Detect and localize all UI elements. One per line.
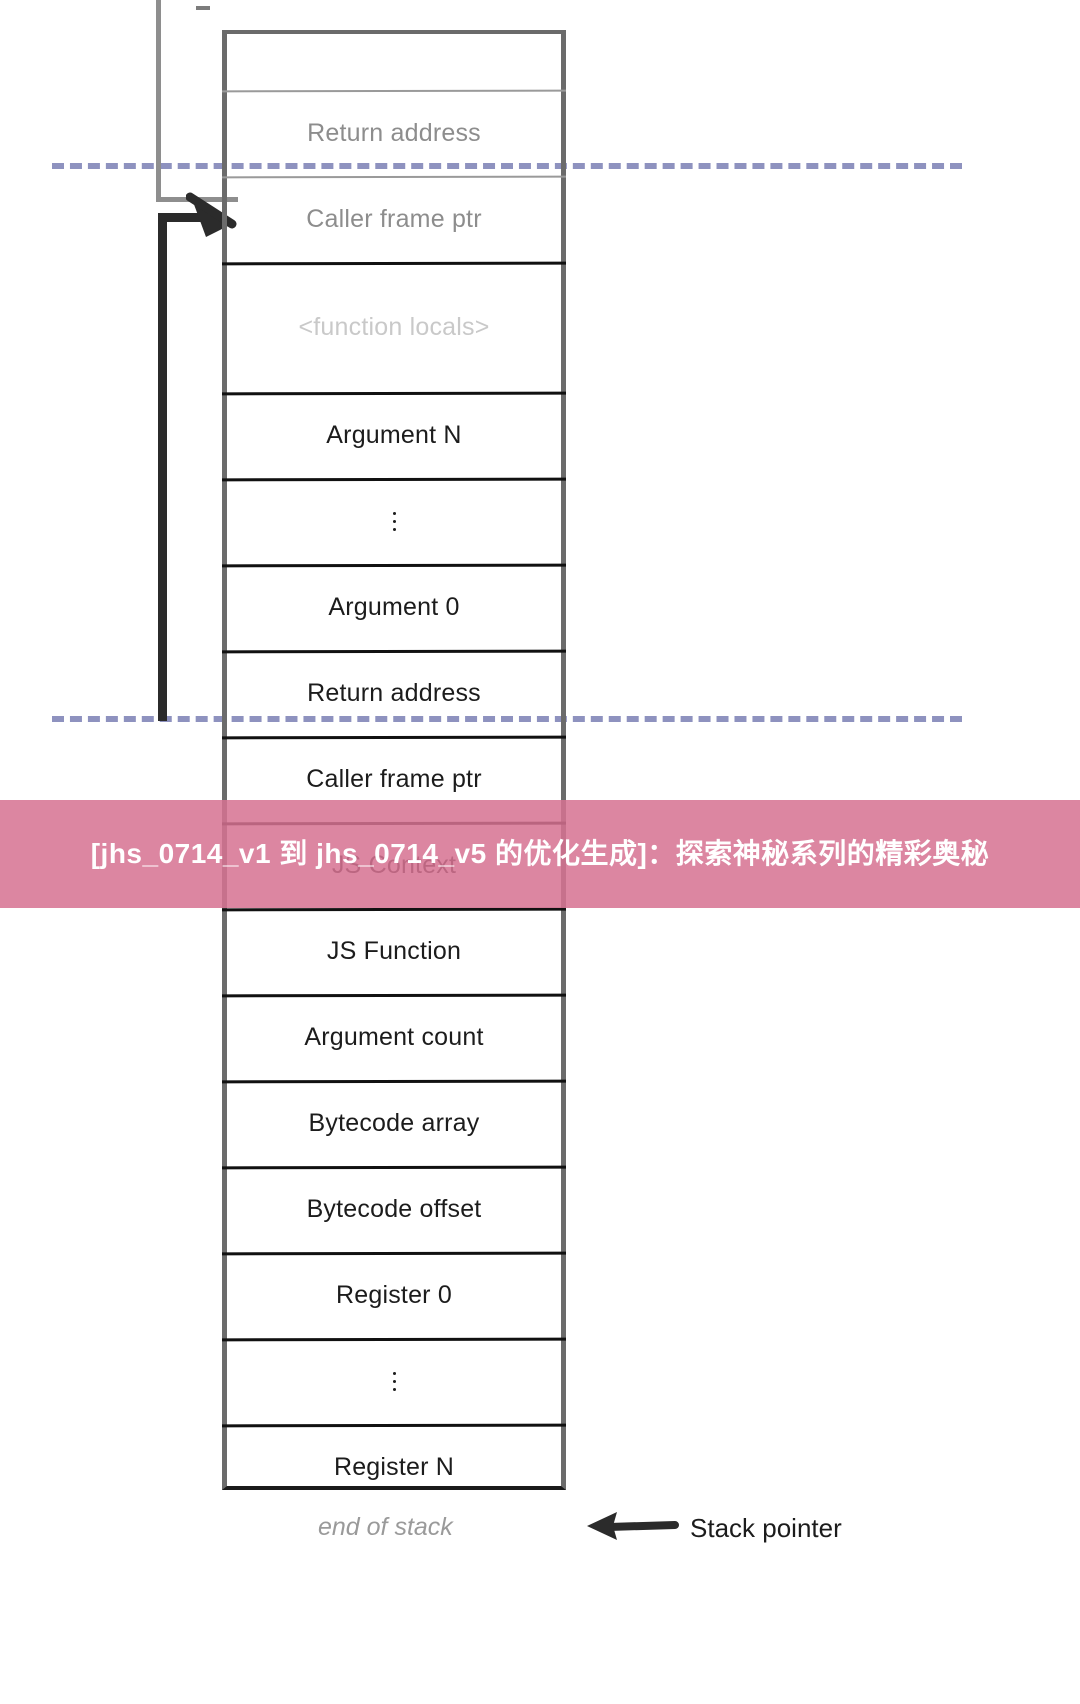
stack-slot-label: Register N: [333, 1452, 455, 1481]
stack-slot-label: Caller frame ptr: [306, 764, 482, 793]
stack-slot-divider: [221, 1423, 567, 1428]
stack-slot-label: Bytecode array: [308, 1108, 480, 1137]
stack-pointer-arrow-icon: [583, 1506, 679, 1551]
stack-slot-divider: [221, 1251, 567, 1256]
stack-slot: Register 0: [221, 1251, 567, 1338]
stack-slot: Bytecode array: [221, 1079, 567, 1166]
stack-slot: Caller frame ptr: [221, 175, 567, 262]
stack-slot-label: Caller frame ptr: [306, 204, 482, 233]
stack-slot: [227, 34, 561, 90]
stack-slot: Bytecode offset: [221, 1165, 567, 1252]
stack-slot-divider: [221, 261, 567, 266]
stack-pointer-label: Stack pointer: [690, 1513, 842, 1543]
vertical-ellipsis-icon: [392, 1371, 396, 1391]
stack-slot-divider: [221, 175, 567, 179]
stack-slot-divider: [221, 563, 567, 568]
stack-slot: Argument count: [221, 993, 567, 1080]
stack-slot-divider: [221, 477, 567, 482]
stack-slot-label: Argument N: [326, 420, 462, 449]
stack-slot-divider: [221, 391, 567, 396]
stack-slot-label: Register 0: [336, 1280, 452, 1309]
caller-frame-pointer-link-inner: [158, 213, 224, 721]
stack-slot-label: Argument count: [304, 1022, 484, 1051]
stack-slot-label: JS Function: [326, 936, 462, 965]
stack-slot: Register N: [221, 1423, 567, 1510]
stack-slot-divider: [221, 735, 567, 740]
stack-slot-label: Argument 0: [328, 592, 460, 621]
stack-slot-divider: [221, 993, 567, 998]
stack-slot-label: Return address: [307, 678, 481, 707]
stack-slot: Return address: [221, 649, 567, 736]
stack-slot-label: Return address: [307, 118, 481, 147]
stack-slot: Argument N: [221, 391, 567, 478]
stack-slot: [221, 1337, 567, 1424]
stack-slot: JS Function: [221, 907, 567, 994]
stack-slot-divider: [221, 649, 567, 654]
stack-slot-divider: [221, 1337, 567, 1342]
stack-slot: Argument 0: [221, 563, 567, 650]
stack-slot-label: <function locals>: [298, 312, 490, 341]
vertical-ellipsis-icon: [392, 511, 396, 531]
stack-slot: Return address: [221, 89, 567, 176]
stack-slot-divider: [221, 907, 567, 912]
stack-slot-divider: [221, 1165, 567, 1170]
overlay-banner: [jhs_0714_v1 到 jhs_0714_v5 的优化生成]：探索神秘系列…: [0, 800, 1080, 908]
stack-slot: <function locals>: [221, 261, 567, 392]
overlay-banner-text: [jhs_0714_v1 到 jhs_0714_v5 的优化生成]：探索神秘系列…: [90, 837, 990, 869]
stack-column: Return address Caller frame ptr <function …: [221, 30, 567, 1490]
stack-slot-label: Bytecode offset: [306, 1194, 482, 1223]
end-of-stack-label: end of stack: [318, 1513, 453, 1541]
stack-slot-divider: [221, 1079, 567, 1084]
stack-slot: [221, 477, 567, 564]
stack-slot-divider: [221, 89, 567, 93]
